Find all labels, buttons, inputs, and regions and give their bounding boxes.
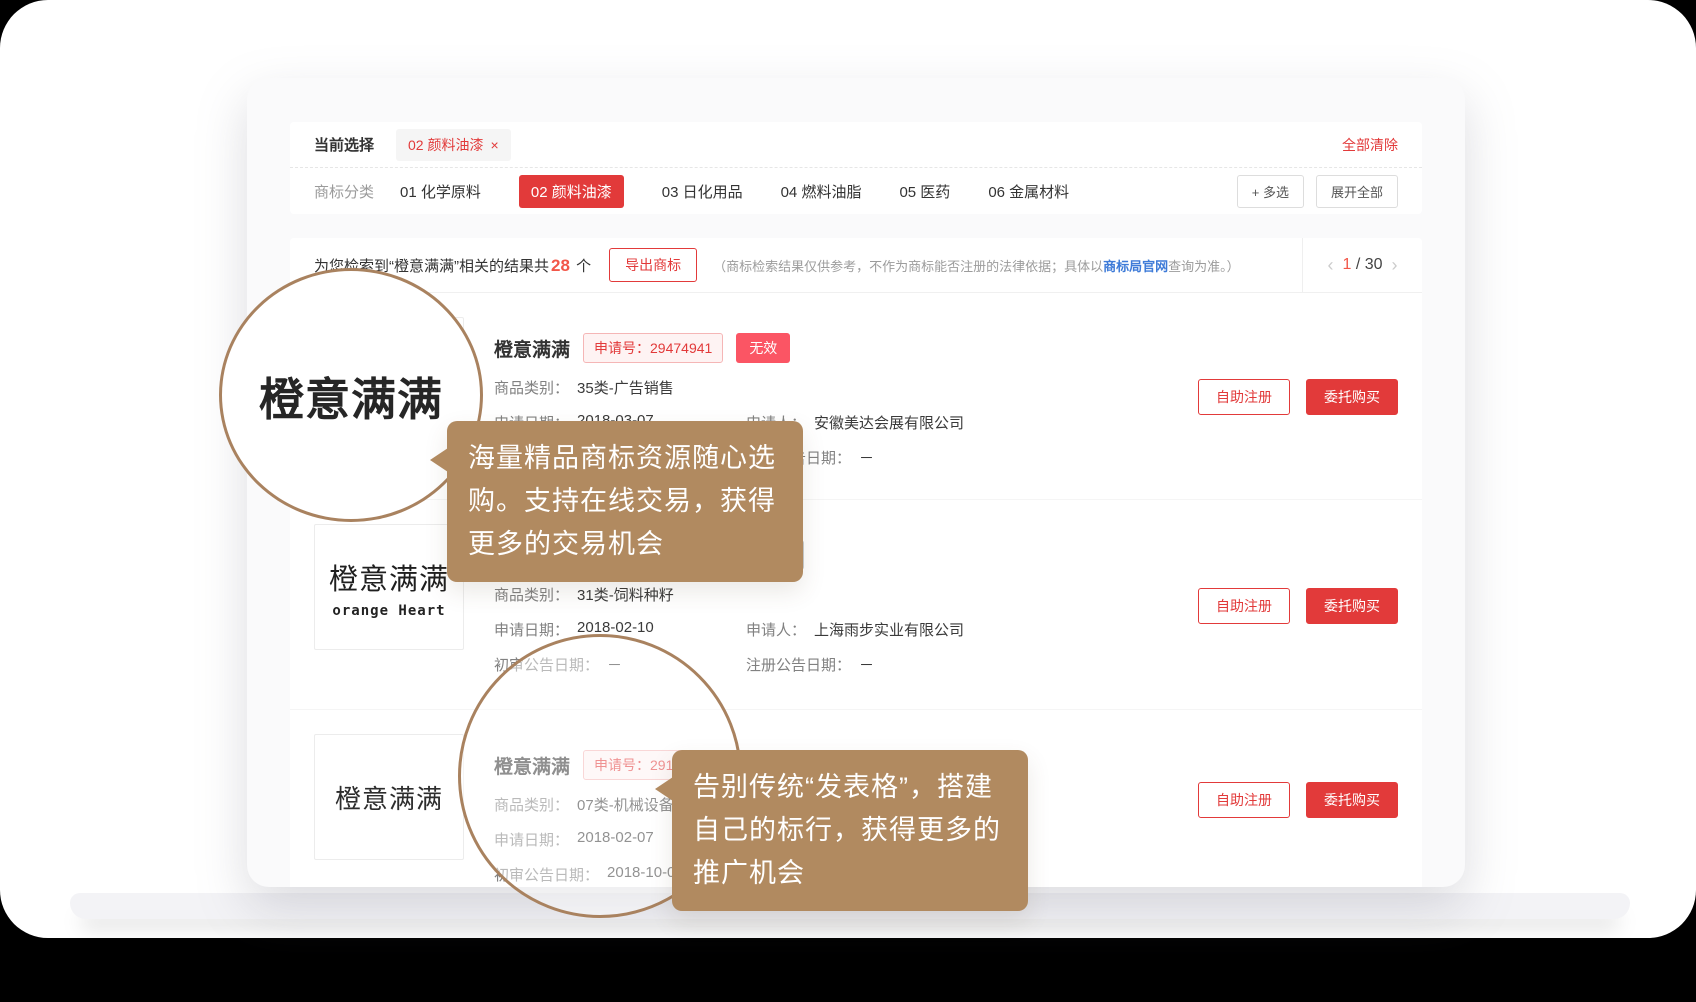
row-actions: 自助注册 委托购买 — [1198, 317, 1398, 499]
promo-tooltip-promotion: 告别传统“发表格”，搭建自己的标行，获得更多的推广机会 — [672, 750, 1028, 911]
category-label: 商品类别： — [494, 584, 569, 605]
entrust-purchase-button[interactable]: 委托购买 — [1306, 588, 1398, 624]
apply-date-label: 申请日期： — [494, 619, 569, 640]
self-register-button[interactable]: 自助注册 — [1198, 588, 1290, 624]
row-actions: 自助注册 委托购买 — [1198, 524, 1398, 709]
applicant-value: 安徽美达会展有限公司 — [814, 412, 964, 433]
entrust-purchase-button[interactable]: 委托购买 — [1306, 379, 1398, 415]
self-register-button[interactable]: 自助注册 — [1198, 782, 1290, 818]
expand-all-button[interactable]: 展开全部 — [1316, 175, 1398, 208]
current-selection-label: 当前选择 — [314, 134, 374, 155]
entrust-purchase-button[interactable]: 委托购买 — [1306, 782, 1398, 818]
trademark-office-link[interactable]: 商标局官网 — [1103, 259, 1168, 274]
next-page-icon[interactable]: › — [1392, 256, 1398, 274]
current-page: 1 — [1342, 256, 1351, 273]
trademark-thumbnail-text: 橙意满满 — [329, 556, 449, 598]
category-label: 商品类别： — [494, 377, 569, 398]
self-register-button[interactable]: 自助注册 — [1198, 379, 1290, 415]
category-row-label: 商标分类 — [314, 181, 374, 202]
results-header: 为您检索到“橙意满满”相关的结果共28 个 导出商标 （商标检索结果仅供参考，不… — [290, 238, 1422, 293]
disclaimer-text: （商标检索结果仅供参考，不作为商标能否注册的法律依据；具体以商标局官网查询为准。… — [713, 256, 1302, 275]
page-separator: / — [1356, 256, 1360, 273]
row-actions: 自助注册 委托购买 — [1198, 734, 1398, 887]
promo-tooltip-trade: 海量精品商标资源随心选购。支持在线交易，获得更多的交易机会 — [447, 421, 803, 582]
page: 当前选择 02 颜料油漆 × 全部清除 商标分类 01 化学原料 02 颜料油漆… — [0, 0, 1696, 1002]
trademark-thumbnail-subtext: orange Heart — [332, 603, 445, 619]
reg-date-value: － — [859, 447, 874, 468]
category-row: 商标分类 01 化学原料 02 颜料油漆 03 日化用品 04 燃料油脂 05 … — [290, 168, 1422, 214]
applicant-label: 申请人： — [746, 619, 806, 640]
remove-filter-icon[interactable]: × — [490, 137, 498, 153]
category-items: 01 化学原料 02 颜料油漆 03 日化用品 04 燃料油脂 05 医药 06… — [400, 175, 1069, 208]
category-item-02-active[interactable]: 02 颜料油漆 — [519, 175, 624, 208]
applicant-value: 上海雨步实业有限公司 — [814, 619, 964, 640]
magnified-trademark-text: 橙意满满 — [259, 363, 443, 428]
reg-date-label: 注册公告日期： — [746, 654, 851, 675]
category-item-06[interactable]: 06 金属材料 — [988, 181, 1069, 202]
category-actions: + 多选 展开全部 — [1237, 175, 1398, 208]
category-item-03[interactable]: 03 日化用品 — [662, 181, 743, 202]
prev-page-icon[interactable]: ‹ — [1327, 256, 1333, 274]
category-item-05[interactable]: 05 医药 — [899, 181, 950, 202]
current-selection-row: 当前选择 02 颜料油漆 × 全部清除 — [290, 122, 1422, 168]
category-value: 35类-广告销售 — [577, 377, 674, 398]
multi-select-button[interactable]: + 多选 — [1237, 175, 1304, 208]
reg-date-value: － — [859, 654, 874, 675]
category-value: 31类-饲料种籽 — [577, 584, 674, 605]
result-count-number: 28 — [549, 256, 572, 275]
category-item-04[interactable]: 04 燃料油脂 — [781, 181, 862, 202]
clear-all-button[interactable]: 全部清除 — [1342, 135, 1398, 155]
selected-filter-tag[interactable]: 02 颜料油漆 × — [396, 129, 511, 161]
pagination: ‹ 1 / 30 › — [1302, 238, 1422, 292]
trademark-thumbnail[interactable]: 橙意满满 orange Heart — [314, 524, 464, 650]
application-number-tag: 申请号：29474941 — [583, 333, 723, 363]
trademark-thumbnail[interactable]: 橙意满满 — [314, 734, 464, 860]
selected-filter-tag-text: 02 颜料油漆 — [408, 135, 483, 155]
trademark-name[interactable]: 橙意满满 — [494, 335, 570, 362]
status-badge: 无效 — [736, 333, 790, 363]
total-pages: 30 — [1365, 256, 1383, 273]
trademark-thumbnail-text: 橙意满满 — [335, 779, 443, 816]
export-trademarks-button[interactable]: 导出商标 — [609, 248, 697, 282]
magnifier-circle: 橙意满满 — [219, 268, 483, 522]
category-item-01[interactable]: 01 化学原料 — [400, 181, 481, 202]
filter-card: 当前选择 02 颜料油漆 × 全部清除 商标分类 01 化学原料 02 颜料油漆… — [290, 122, 1422, 214]
